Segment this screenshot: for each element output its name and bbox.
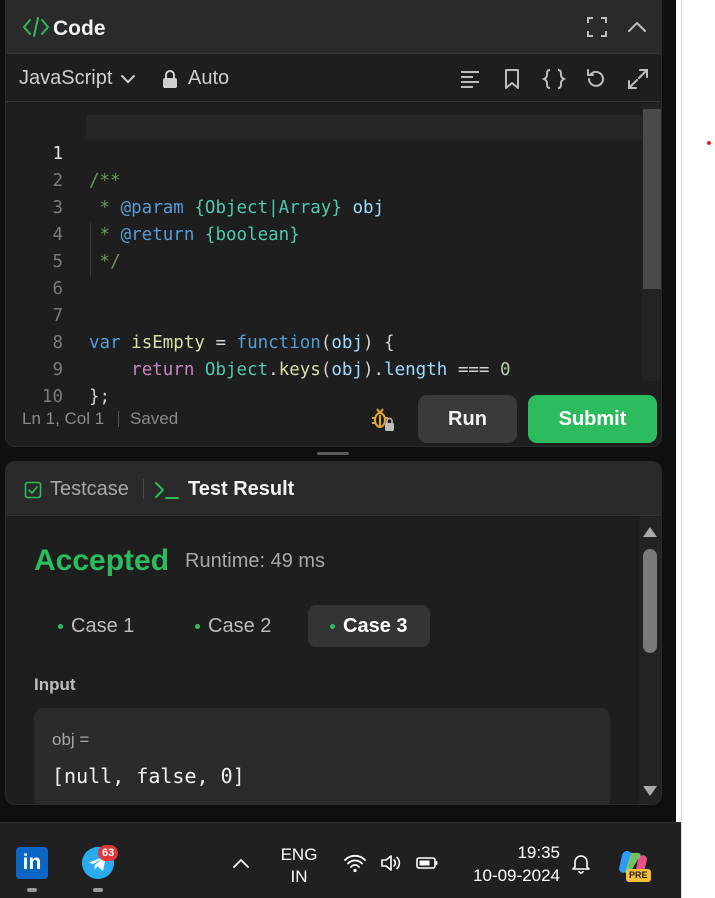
code-panel-header: Code xyxy=(6,1,661,54)
result-status: Accepted xyxy=(34,544,170,577)
input-language-indicator[interactable]: ENG IN xyxy=(272,844,326,888)
case-label: Case 3 xyxy=(343,614,408,637)
clock-time: 19:35 xyxy=(517,843,560,862)
format-icon[interactable] xyxy=(458,67,482,91)
scroll-down-arrow-icon[interactable] xyxy=(643,786,657,796)
result-scrollbar-thumb[interactable] xyxy=(643,549,657,653)
case-label: Case 1 xyxy=(71,614,135,637)
status-divider xyxy=(118,411,119,427)
result-scrollbar[interactable] xyxy=(639,517,661,804)
chevron-up-icon[interactable] xyxy=(625,15,649,39)
linkedin-icon[interactable]: in xyxy=(16,847,48,879)
case-tab-3[interactable]: Case 3 xyxy=(308,605,430,647)
code-line: 5 xyxy=(6,222,642,272)
auto-mode-toggle[interactable]: Auto xyxy=(162,67,229,90)
wifi-icon[interactable] xyxy=(343,851,367,875)
code-line: 10 xyxy=(6,357,642,407)
bell-icon[interactable] xyxy=(569,851,593,875)
code-line: 6 xyxy=(6,249,642,299)
code-line: 9 }; xyxy=(6,330,642,407)
run-button[interactable]: Run xyxy=(418,395,517,443)
code-brackets-icon xyxy=(23,17,49,37)
panel-resize-handle[interactable] xyxy=(317,452,349,455)
cursor-position: Ln 1, Col 1 xyxy=(22,409,105,428)
preview-badge: PRE xyxy=(626,869,651,882)
terminal-icon xyxy=(155,481,179,499)
tab-test-result-label: Test Result xyxy=(188,478,295,500)
input-label: Input xyxy=(34,675,76,694)
lock-icon xyxy=(163,69,177,88)
case-label: Case 2 xyxy=(208,614,272,637)
saved-status: Saved xyxy=(130,409,179,428)
editor-toolbar: JavaScript Auto xyxy=(6,55,661,102)
case-tab-2[interactable]: Case 2 xyxy=(173,605,293,647)
code-line: 3 * @return {boolean} xyxy=(6,168,642,245)
screen-edge xyxy=(681,0,682,898)
notification-badge: 63 xyxy=(98,845,119,861)
tab-test-result[interactable]: Test Result xyxy=(154,478,294,501)
reset-icon[interactable] xyxy=(584,67,608,91)
scroll-up-arrow-icon[interactable] xyxy=(643,527,657,537)
tab-divider xyxy=(143,479,144,499)
red-dot xyxy=(707,141,711,145)
battery-icon[interactable] xyxy=(415,851,439,875)
braces-icon[interactable] xyxy=(542,67,566,91)
tab-testcase[interactable]: Testcase xyxy=(24,478,129,501)
language-selector[interactable]: JavaScript xyxy=(19,67,136,90)
checkbox-icon xyxy=(24,481,42,498)
editor-scrollbar[interactable] xyxy=(642,103,661,381)
taskbar: in 63 ENG IN 19:35 10-09-2024 PRE xyxy=(0,822,681,898)
running-indicator xyxy=(93,888,103,892)
expand-icon[interactable] xyxy=(626,67,650,91)
input-value: [null, false, 0] xyxy=(52,764,245,788)
running-indicator xyxy=(27,888,37,892)
language-label: JavaScript xyxy=(19,67,113,89)
editor-status-bar: Ln 1, Col 1 Saved Run Submit xyxy=(6,381,661,446)
input-variable: obj = xyxy=(52,730,90,749)
input-box: obj = [null, false, 0] xyxy=(34,708,610,804)
code-panel: Code JavaScript Auto 1 /** 2 * @param {O… xyxy=(5,0,662,447)
chevron-up-icon[interactable] xyxy=(232,854,250,872)
case-pass-dot xyxy=(58,623,63,629)
clock-date: 10-09-2024 xyxy=(473,866,560,885)
case-tab-1[interactable]: Case 1 xyxy=(36,605,156,647)
tab-testcase-label: Testcase xyxy=(50,478,129,500)
fullscreen-icon[interactable] xyxy=(585,15,609,39)
test-panel: Testcase Test Result Accepted Runtime: 4… xyxy=(5,461,662,805)
auto-mode-label: Auto xyxy=(188,67,230,89)
case-pass-dot xyxy=(195,623,200,629)
case-pass-dot xyxy=(330,623,335,629)
submit-button[interactable]: Submit xyxy=(528,395,657,443)
code-panel-title: Code xyxy=(53,17,106,40)
test-panel-header: Testcase Test Result xyxy=(6,462,661,516)
code-line: 2 * @param {Object|Array} obj xyxy=(6,141,642,218)
code-line: 8 return Object.keys(obj).length === 0 xyxy=(6,303,642,380)
chevron-down-icon xyxy=(121,74,136,83)
runtime-value: Runtime: 49 ms xyxy=(185,550,326,572)
region-code: IN xyxy=(290,867,308,886)
volume-icon[interactable] xyxy=(379,851,403,875)
code-line: 7 var isEmpty = function(obj) { xyxy=(6,276,642,353)
system-clock[interactable]: 19:35 10-09-2024 xyxy=(452,841,560,887)
debug-locked-icon[interactable] xyxy=(370,407,396,433)
code-line: 1 /** xyxy=(6,114,642,191)
code-line: 4 */ xyxy=(6,195,642,272)
language-code: ENG xyxy=(280,845,318,864)
bookmark-icon[interactable] xyxy=(500,67,524,91)
editor-scrollbar-thumb[interactable] xyxy=(643,109,661,289)
code-editor[interactable]: 1 /** 2 * @param {Object|Array} obj 3 * … xyxy=(6,103,661,407)
